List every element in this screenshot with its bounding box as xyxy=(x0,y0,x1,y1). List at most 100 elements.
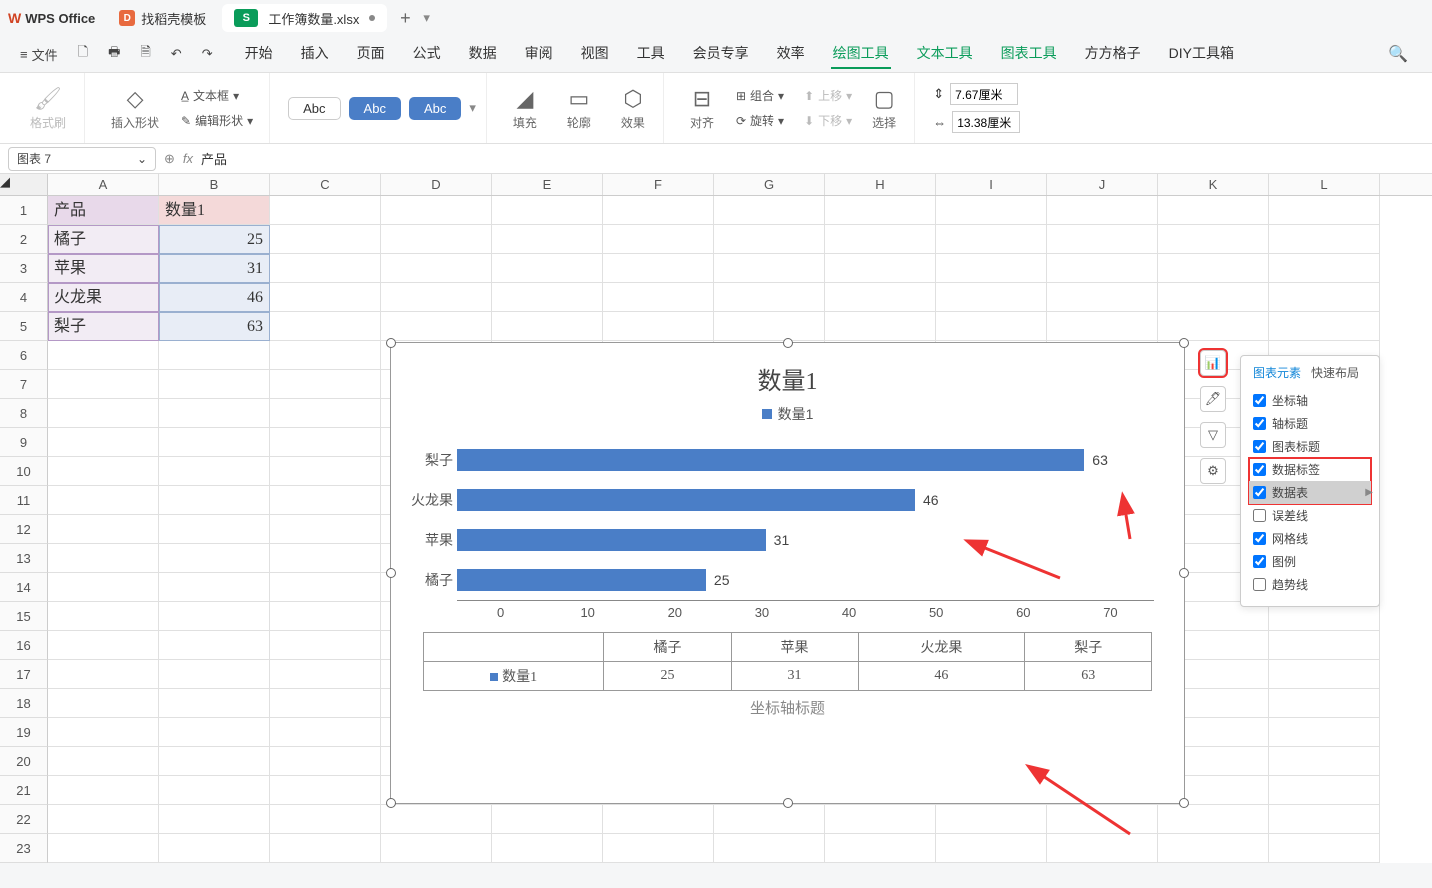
cell[interactable] xyxy=(492,312,603,341)
menu-tab-方方格子[interactable]: 方方格子 xyxy=(1083,39,1143,69)
col-header-G[interactable]: G xyxy=(714,174,825,195)
cell[interactable] xyxy=(1269,196,1380,225)
cell[interactable] xyxy=(1269,718,1380,747)
cell[interactable] xyxy=(1158,196,1269,225)
col-header-L[interactable]: L xyxy=(1269,174,1380,195)
checkbox[interactable] xyxy=(1253,509,1266,522)
resize-handle[interactable] xyxy=(1179,798,1189,808)
panel-item-坐标轴[interactable]: 坐标轴 xyxy=(1249,389,1371,412)
cell[interactable] xyxy=(381,254,492,283)
cell[interactable] xyxy=(603,196,714,225)
row-header-13[interactable]: 13 xyxy=(0,544,48,573)
menu-tab-数据[interactable]: 数据 xyxy=(467,39,499,69)
save-button[interactable]: 🗋 xyxy=(70,39,96,69)
cell[interactable] xyxy=(48,747,159,776)
print-button[interactable]: 🖶 xyxy=(100,39,128,69)
col-header-C[interactable]: C xyxy=(270,174,381,195)
cell[interactable] xyxy=(159,689,270,718)
cell[interactable] xyxy=(270,370,381,399)
cell[interactable] xyxy=(714,196,825,225)
checkbox[interactable] xyxy=(1253,417,1266,430)
cell[interactable] xyxy=(159,602,270,631)
edit-shape-button[interactable]: ✎ 编辑形状 ▾ xyxy=(175,110,259,131)
cell[interactable] xyxy=(48,486,159,515)
fx-icon[interactable]: fx xyxy=(183,151,193,166)
cell[interactable] xyxy=(159,370,270,399)
row-header-14[interactable]: 14 xyxy=(0,573,48,602)
bar[interactable] xyxy=(457,449,1084,471)
cell[interactable] xyxy=(936,254,1047,283)
row-header-21[interactable]: 21 xyxy=(0,776,48,805)
cell[interactable] xyxy=(159,486,270,515)
chart-legend[interactable]: 数量1 xyxy=(391,404,1184,430)
row-header-16[interactable]: 16 xyxy=(0,631,48,660)
row-header-9[interactable]: 9 xyxy=(0,428,48,457)
cell[interactable] xyxy=(270,457,381,486)
cell[interactable] xyxy=(270,718,381,747)
col-header-F[interactable]: F xyxy=(603,174,714,195)
cell[interactable] xyxy=(381,834,492,863)
cell[interactable] xyxy=(159,341,270,370)
cell[interactable] xyxy=(270,660,381,689)
effect-button[interactable]: ⬡效果 xyxy=(613,82,653,135)
panel-item-图例[interactable]: 图例 xyxy=(1249,550,1371,573)
cell[interactable] xyxy=(1269,834,1380,863)
row-header-12[interactable]: 12 xyxy=(0,515,48,544)
bar-row[interactable]: 火龙果46 xyxy=(457,480,1154,520)
cell[interactable] xyxy=(48,776,159,805)
cell[interactable] xyxy=(1047,225,1158,254)
align-button[interactable]: ⊟对齐 xyxy=(682,82,722,135)
menu-tab-会员专享[interactable]: 会员专享 xyxy=(691,39,751,69)
row-header-11[interactable]: 11 xyxy=(0,486,48,515)
menu-tab-页面[interactable]: 页面 xyxy=(355,39,387,69)
style-preset-3[interactable]: Abc xyxy=(409,97,461,120)
chart-data-table[interactable]: 橘子苹果火龙果梨子数量125314663 xyxy=(423,632,1153,691)
cell[interactable] xyxy=(270,341,381,370)
menu-tab-DIY工具箱[interactable]: DIY工具箱 xyxy=(1167,39,1236,69)
search-icon[interactable]: 🔍 xyxy=(1376,40,1420,68)
cell[interactable] xyxy=(936,312,1047,341)
col-header-H[interactable]: H xyxy=(825,174,936,195)
resize-handle[interactable] xyxy=(386,798,396,808)
cell[interactable] xyxy=(159,718,270,747)
cell[interactable] xyxy=(1269,776,1380,805)
cell[interactable]: 数量1 xyxy=(159,196,270,225)
select-all-corner[interactable]: ◢ xyxy=(0,174,48,195)
col-header-A[interactable]: A xyxy=(48,174,159,195)
row-header-20[interactable]: 20 xyxy=(0,747,48,776)
panel-item-图表标题[interactable]: 图表标题 xyxy=(1249,435,1371,458)
cell[interactable] xyxy=(159,515,270,544)
cell[interactable] xyxy=(936,225,1047,254)
template-tab[interactable]: D 找稻壳模板 xyxy=(107,4,218,32)
bar[interactable] xyxy=(457,489,915,511)
redo-button[interactable]: ↷ xyxy=(194,42,221,66)
text-box-button[interactable]: A̲ 文本框 ▾ xyxy=(175,85,259,106)
cell[interactable] xyxy=(48,515,159,544)
panel-tab-layout[interactable]: 快速布局 xyxy=(1311,364,1359,381)
row-header-8[interactable]: 8 xyxy=(0,399,48,428)
cell[interactable] xyxy=(1158,312,1269,341)
cell[interactable] xyxy=(270,776,381,805)
cell[interactable] xyxy=(1158,225,1269,254)
cell[interactable] xyxy=(1047,283,1158,312)
cell[interactable] xyxy=(603,805,714,834)
checkbox[interactable] xyxy=(1253,555,1266,568)
resize-handle[interactable] xyxy=(386,568,396,578)
cell[interactable] xyxy=(159,631,270,660)
cell[interactable] xyxy=(270,283,381,312)
cell[interactable] xyxy=(159,544,270,573)
cell[interactable] xyxy=(381,312,492,341)
cell[interactable] xyxy=(825,254,936,283)
cell[interactable] xyxy=(48,428,159,457)
cell[interactable] xyxy=(825,196,936,225)
cell[interactable] xyxy=(714,312,825,341)
cell[interactable] xyxy=(270,805,381,834)
cell[interactable] xyxy=(270,515,381,544)
panel-item-数据标签[interactable]: 数据标签 xyxy=(1249,458,1371,481)
panel-tab-elements[interactable]: 图表元素 xyxy=(1253,364,1301,381)
cell[interactable] xyxy=(1269,254,1380,283)
height-input[interactable] xyxy=(950,83,1018,105)
checkbox[interactable] xyxy=(1253,532,1266,545)
cell[interactable] xyxy=(714,805,825,834)
tab-menu-button[interactable]: ▾ xyxy=(423,10,430,26)
